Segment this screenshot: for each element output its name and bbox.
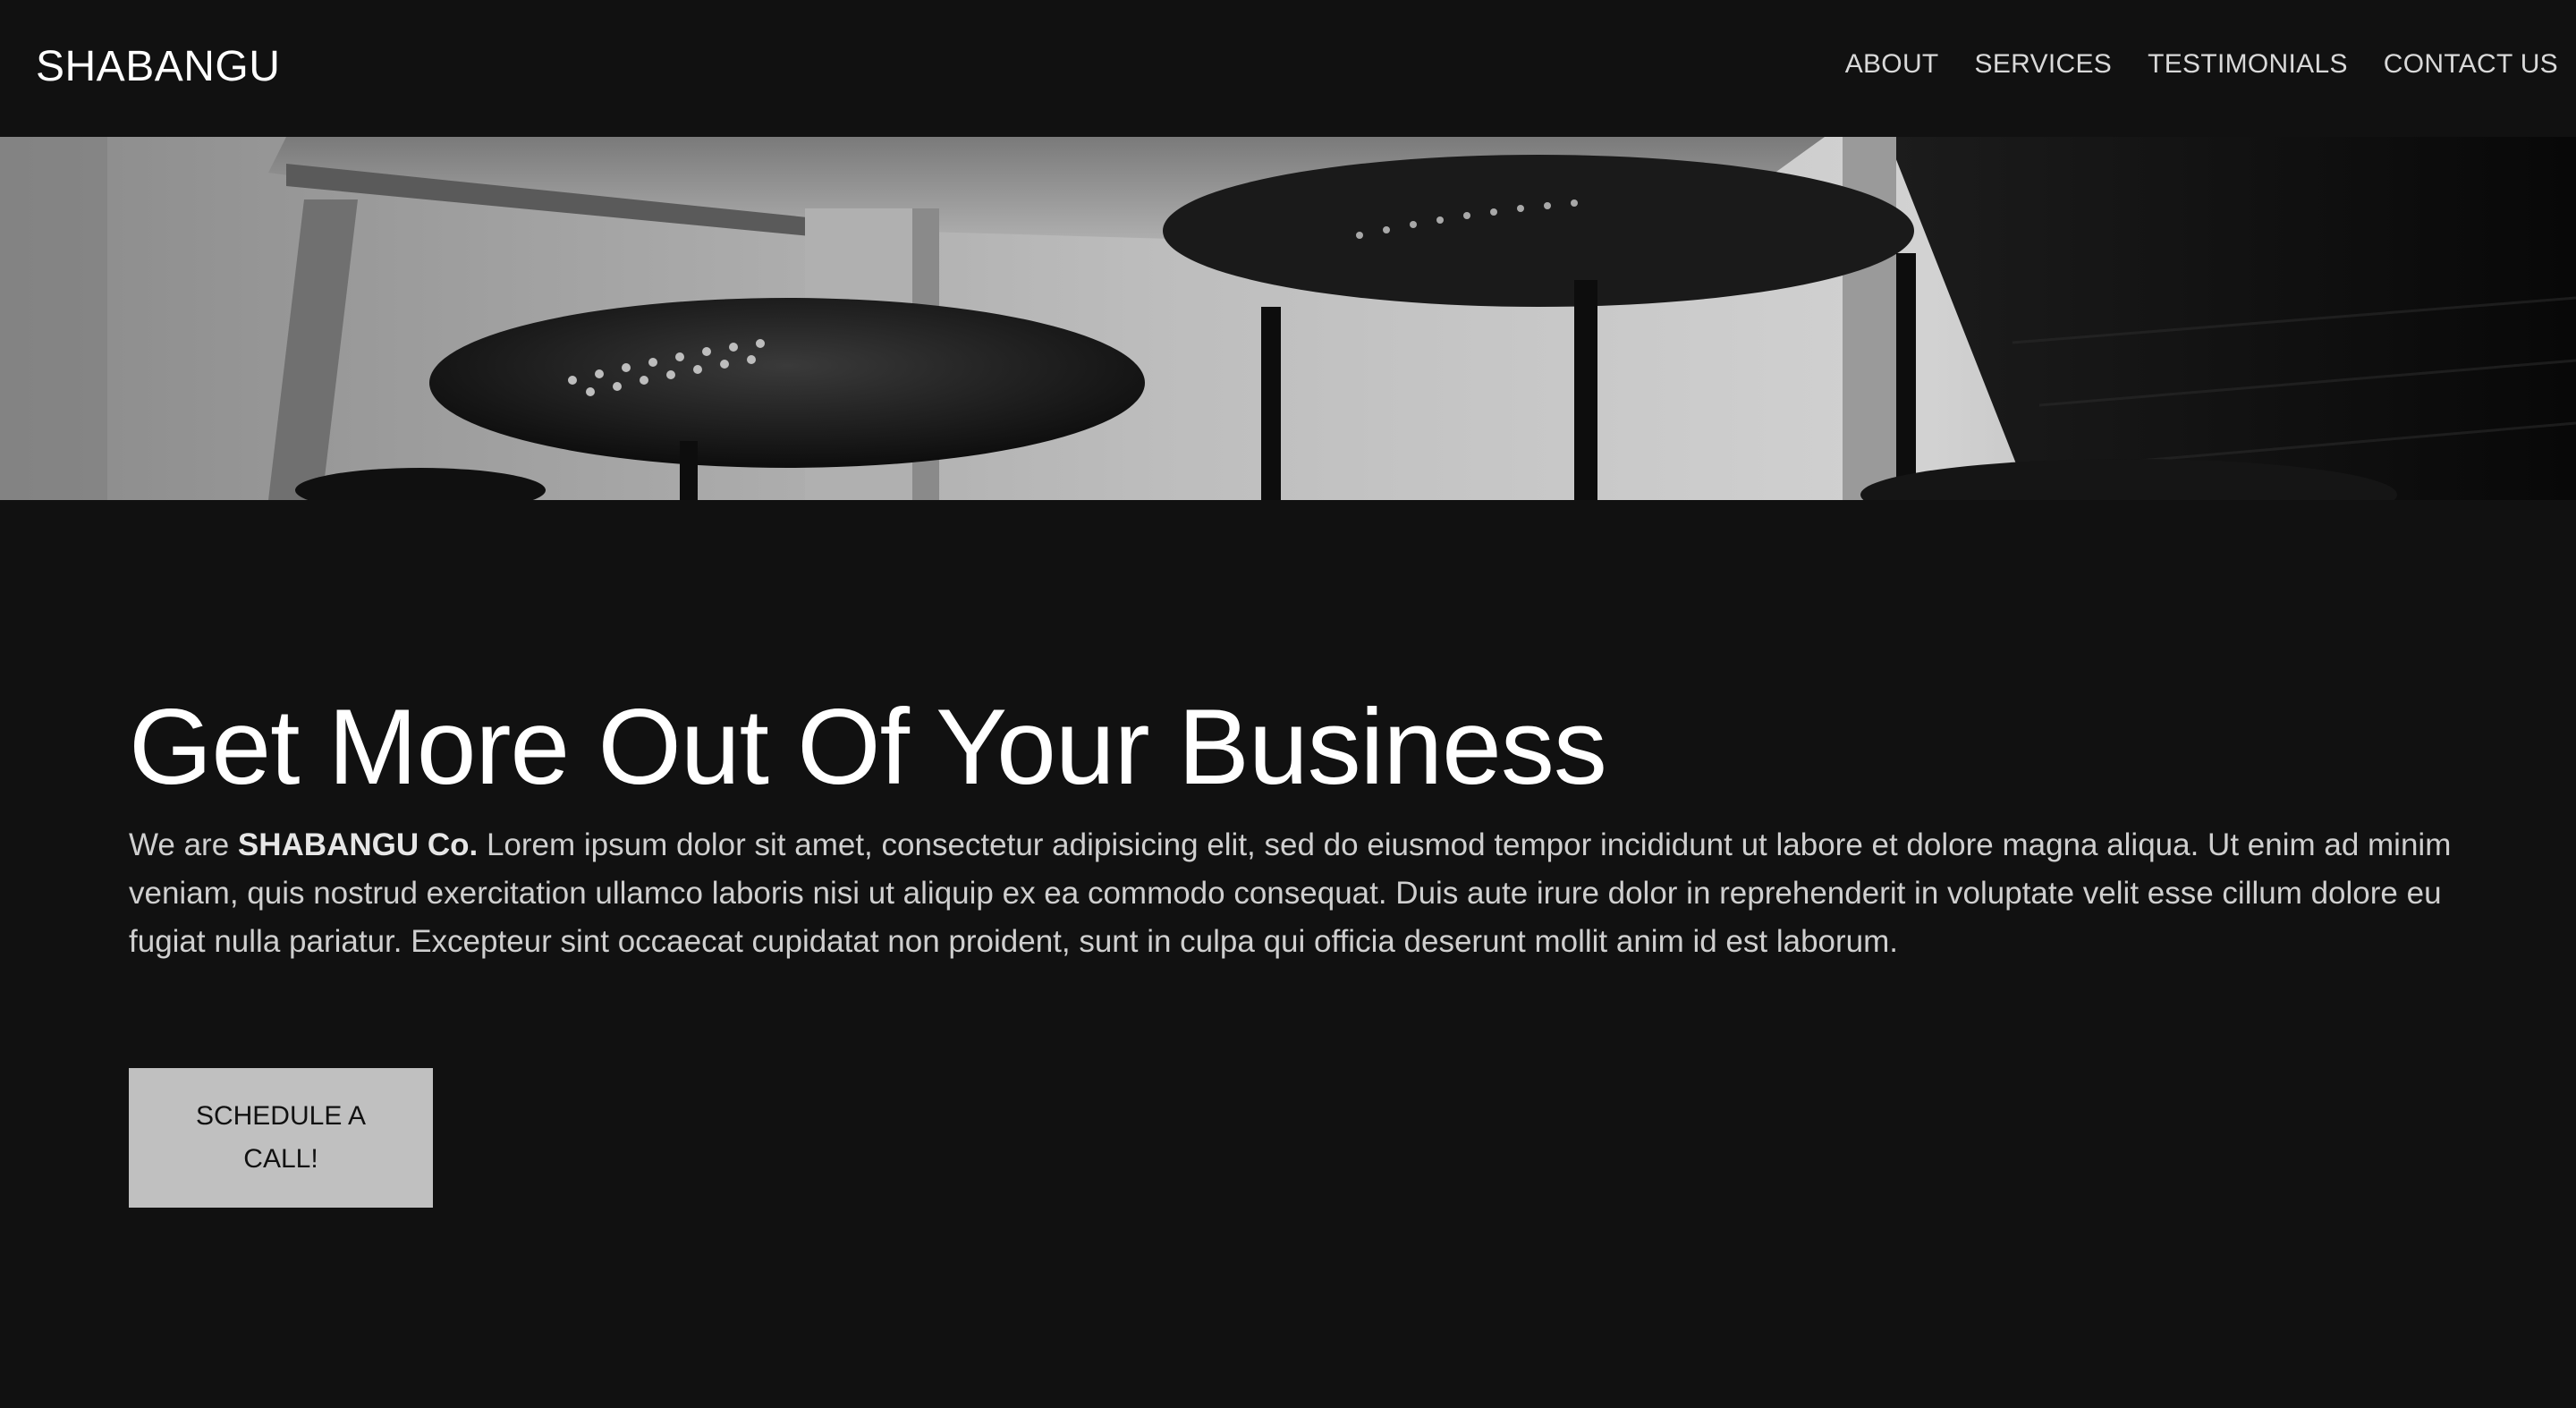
top-navbar: SHABANGU ABOUT SERVICES TESTIMONIALS CON… xyxy=(0,0,2576,137)
nav-link-contact-us[interactable]: CONTACT US xyxy=(2384,48,2558,81)
main-nav: ABOUT SERVICES TESTIMONIALS CONTACT US xyxy=(1845,48,2558,81)
schedule-call-button[interactable]: SCHEDULE A CALL! xyxy=(129,1068,433,1208)
main-content: Get More Out Of Your Business We are SHA… xyxy=(129,680,2454,966)
intro-body: Lorem ipsum dolor sit amet, consectetur … xyxy=(129,827,2452,959)
page-headline: Get More Out Of Your Business xyxy=(129,687,1607,807)
hero-banner xyxy=(0,137,2576,500)
brand-logo[interactable]: SHABANGU xyxy=(36,41,280,93)
intro-prefix: We are xyxy=(129,827,238,862)
nav-link-about[interactable]: ABOUT xyxy=(1845,48,1939,81)
nav-link-services[interactable]: SERVICES xyxy=(1975,48,2113,81)
hero-image xyxy=(0,137,2576,500)
nav-link-testimonials[interactable]: TESTIMONIALS xyxy=(2148,48,2348,81)
intro-company-name: SHABANGU Co. xyxy=(237,827,479,862)
intro-paragraph: We are SHABANGU Co. Lorem ipsum dolor si… xyxy=(129,821,2454,966)
